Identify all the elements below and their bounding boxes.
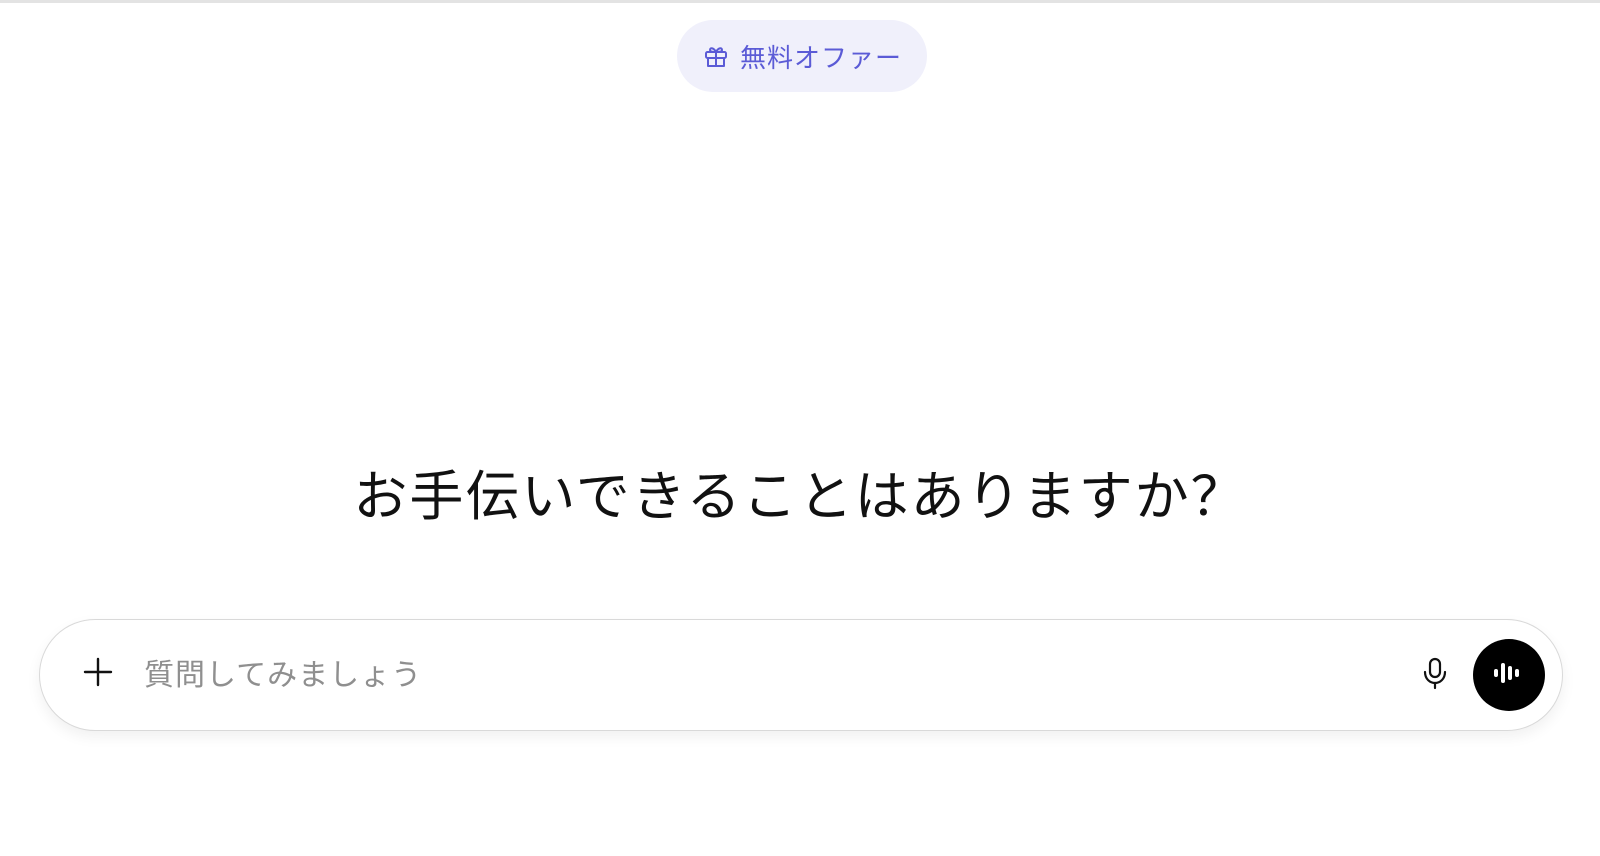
top-divider [0, 0, 1600, 3]
free-offer-button[interactable]: 無料オファー [677, 20, 927, 92]
free-offer-label: 無料オファー [739, 43, 902, 74]
gift-icon [702, 42, 730, 70]
greeting-heading: お手伝いできることはありますか？ [353, 465, 1247, 528]
dictation-button[interactable] [1409, 649, 1461, 701]
prompt-input[interactable] [144, 648, 1384, 702]
microphone-icon [1420, 656, 1450, 694]
plus-icon [81, 655, 115, 693]
voice-waveform-icon [1492, 659, 1526, 691]
chat-composer [39, 619, 1563, 731]
add-attachment-button[interactable] [70, 646, 126, 702]
voice-mode-button[interactable] [1473, 639, 1545, 711]
